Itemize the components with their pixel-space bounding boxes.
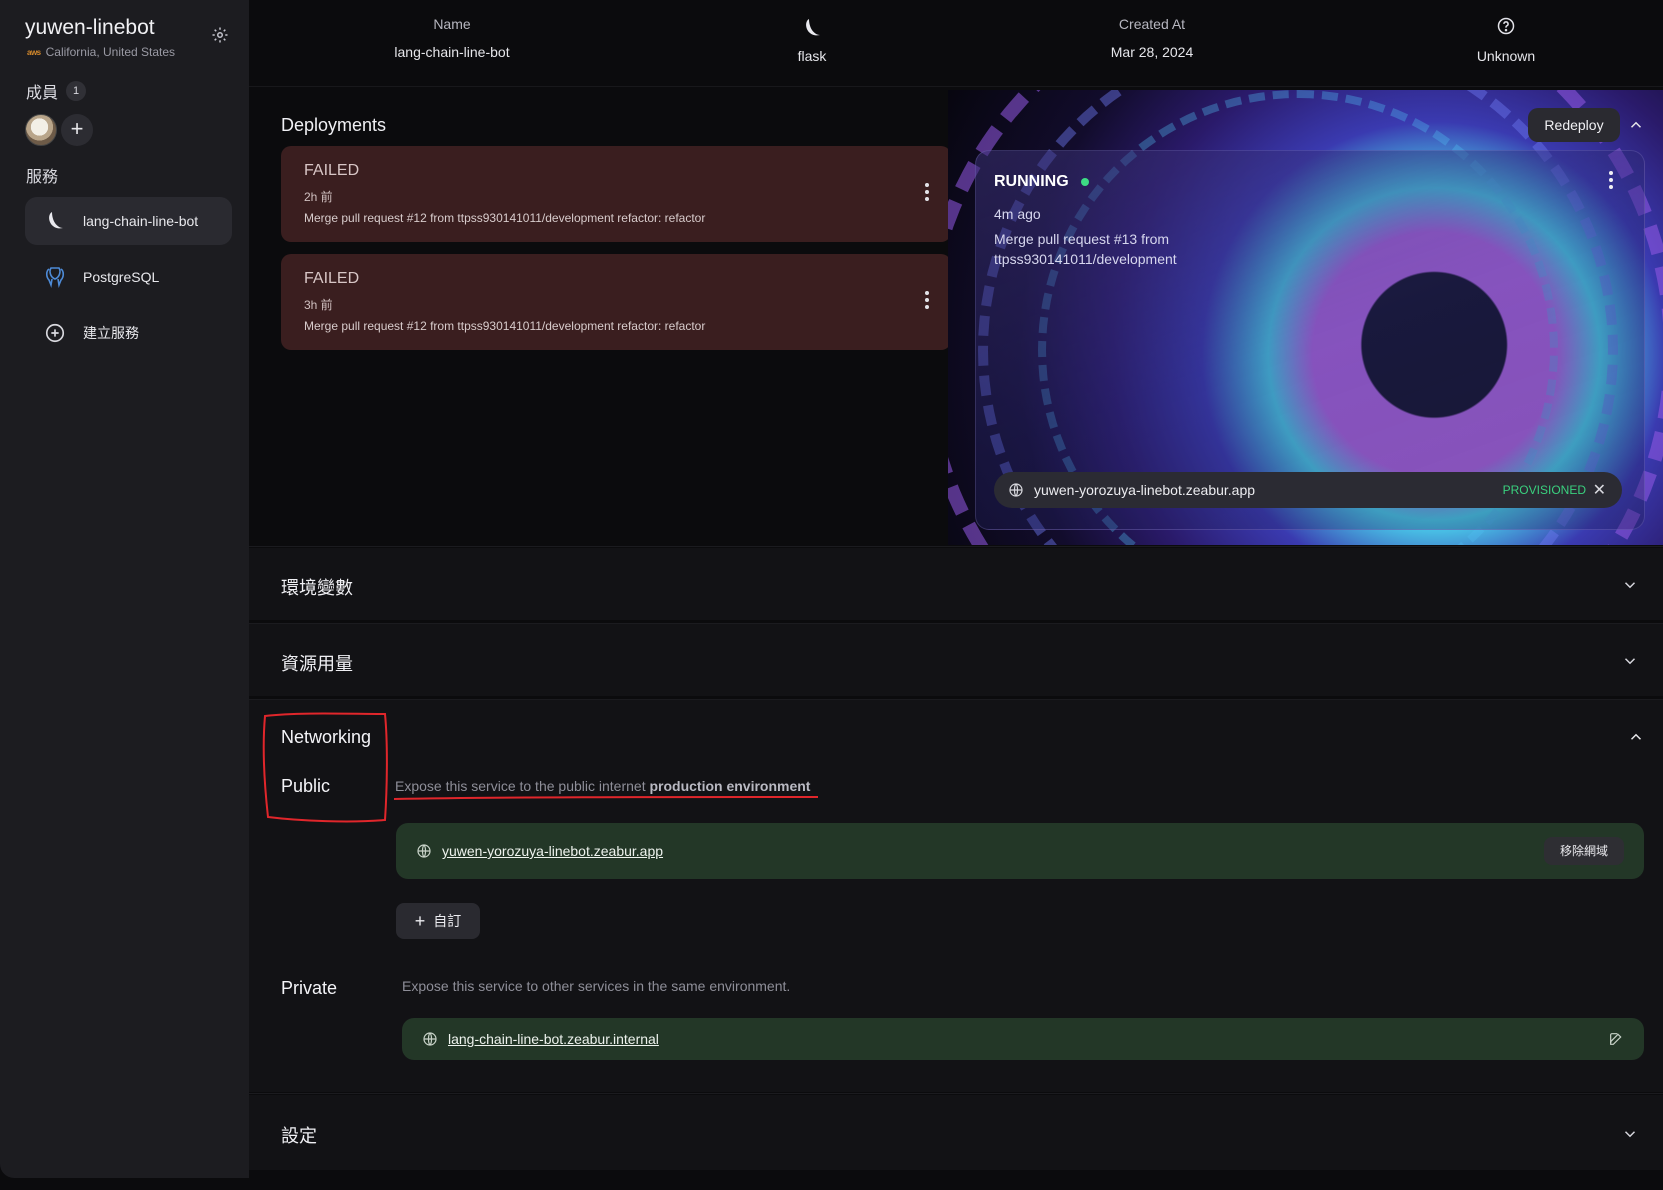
members-count-badge: 1 (66, 81, 87, 101)
sidebar-item-postgresql[interactable]: PostgreSQL (25, 253, 232, 301)
networking-title: Networking (281, 727, 372, 747)
members-label: 成員 (26, 85, 59, 102)
name-label: Name (433, 16, 471, 32)
sidebar-item-label: PostgreSQL (83, 269, 160, 285)
plus-icon: + (70, 116, 84, 141)
deployment-status: FAILED (304, 270, 360, 287)
add-circle-icon (43, 321, 67, 345)
postgresql-icon (43, 265, 67, 289)
project-region: aws California, United States (27, 45, 175, 59)
status-value: Unknown (1476, 48, 1536, 64)
redeploy-button[interactable]: Redeploy (1528, 108, 1620, 142)
flask-icon (43, 209, 67, 233)
flask-icon (772, 16, 852, 42)
more-options-icon[interactable] (919, 288, 935, 312)
sidebar: yuwen-linebot aws California, United Sta… (0, 0, 249, 1178)
globe-icon (423, 1032, 437, 1046)
header-name: Name lang-chain-line-bot (372, 16, 532, 60)
header-framework: flask (772, 16, 852, 64)
deployment-message: Merge pull request #12 from ttpss9301410… (304, 319, 706, 333)
region-text: California, United States (45, 45, 176, 59)
section-divider (249, 1093, 1663, 1094)
section-title: 環境變數 (281, 578, 353, 598)
edit-icon[interactable] (1608, 1031, 1624, 1047)
deployment-time: 2h 前 (304, 190, 333, 204)
sidebar-item-label: 建立服務 (83, 325, 139, 341)
name-value: lang-chain-line-bot (394, 44, 510, 60)
chevron-down-icon (1624, 582, 1636, 589)
running-domain-pill[interactable]: yuwen-yorozuya-linebot.zeabur.app PROVIS… (994, 472, 1622, 508)
sidebar-item-create-service[interactable]: 建立服務 (25, 309, 232, 357)
public-description: Expose this service to the public intern… (395, 778, 810, 794)
private-domain-link[interactable]: lang-chain-line-bot.zeabur.internal (448, 1031, 659, 1047)
section-title: 設定 (281, 1126, 317, 1146)
header-status: Unknown (1436, 16, 1576, 64)
public-environment-name: production environment (649, 778, 811, 794)
more-options-icon[interactable] (1603, 168, 1619, 192)
aws-logo-icon: aws (27, 47, 41, 57)
globe-icon (1009, 483, 1023, 497)
private-description: Expose this service to other services in… (402, 978, 791, 994)
header-divider (249, 86, 1663, 87)
public-description-text: Expose this service to the public intern… (395, 778, 650, 794)
gear-icon (212, 27, 228, 43)
sidebar-item-label: lang-chain-line-bot (83, 213, 199, 229)
section-env-vars[interactable]: 環境變數 (249, 548, 1663, 620)
project-name: yuwen-linebot (25, 16, 155, 39)
deployment-message: Merge pull request #12 from ttpss9301410… (304, 211, 706, 225)
deployment-message: Merge pull request #13 from ttpss9301410… (994, 231, 1177, 267)
private-label: Private (281, 978, 338, 998)
section-settings[interactable]: 設定 (249, 1095, 1663, 1170)
chevron-down-icon (1624, 1131, 1636, 1138)
project-settings-button[interactable] (211, 26, 235, 50)
custom-domain-button[interactable]: + 自訂 (396, 903, 480, 939)
section-title: 資源用量 (281, 654, 353, 674)
deployments-title: Deployments (281, 115, 387, 135)
plus-icon: + (414, 911, 426, 931)
header-created: Created At Mar 28, 2024 (1072, 16, 1232, 60)
sidebar-item-lang-chain-line-bot[interactable]: lang-chain-line-bot (25, 197, 232, 245)
close-icon[interactable]: ✕ (1593, 480, 1606, 500)
chevron-up-icon[interactable] (1627, 116, 1645, 134)
section-resource-usage[interactable]: 資源用量 (249, 624, 1663, 696)
chevron-up-icon[interactable] (1627, 728, 1645, 746)
members-header: 成員 1 (26, 79, 87, 103)
running-dot-icon (1080, 178, 1089, 186)
more-options-icon[interactable] (919, 180, 935, 204)
deployment-time: 3h 前 (304, 298, 333, 312)
chevron-down-icon (1624, 658, 1636, 665)
remove-domain-button[interactable]: 移除網域 (1543, 837, 1624, 865)
deployment-time: 4m ago (994, 206, 1041, 222)
add-member-button[interactable]: + (61, 114, 93, 146)
section-divider (249, 546, 1663, 547)
deployment-status: FAILED (304, 162, 360, 179)
domain-text: yuwen-yorozuya-linebot.zeabur.app (1034, 482, 1256, 498)
framework-value: flask (797, 48, 827, 64)
created-value: Mar 28, 2024 (1110, 44, 1194, 60)
services-label: 服務 (26, 169, 59, 186)
private-domain-row: lang-chain-line-bot.zeabur.internal (402, 1018, 1644, 1060)
provisioned-badge: PROVISIONED (1502, 483, 1586, 497)
globe-icon (417, 844, 431, 858)
deployment-card-failed[interactable]: FAILED 3h 前 Merge pull request #12 from … (281, 254, 951, 350)
custom-domain-label: 自訂 (433, 913, 462, 929)
public-label: Public (281, 776, 331, 796)
public-domain-link[interactable]: yuwen-yorozuya-linebot.zeabur.app (442, 843, 663, 859)
help-circle-icon[interactable] (1436, 16, 1576, 42)
public-domain-row: yuwen-yorozuya-linebot.zeabur.app 移除網域 (396, 823, 1644, 879)
created-label: Created At (1118, 16, 1186, 32)
avatar[interactable] (25, 114, 57, 146)
running-status: RUNNING (994, 173, 1089, 191)
deployment-card-failed[interactable]: FAILED 2h 前 Merge pull request #12 from … (281, 146, 951, 242)
app-root: yuwen-linebot aws California, United Sta… (0, 0, 1663, 1190)
deployment-status: RUNNING (994, 173, 1069, 190)
